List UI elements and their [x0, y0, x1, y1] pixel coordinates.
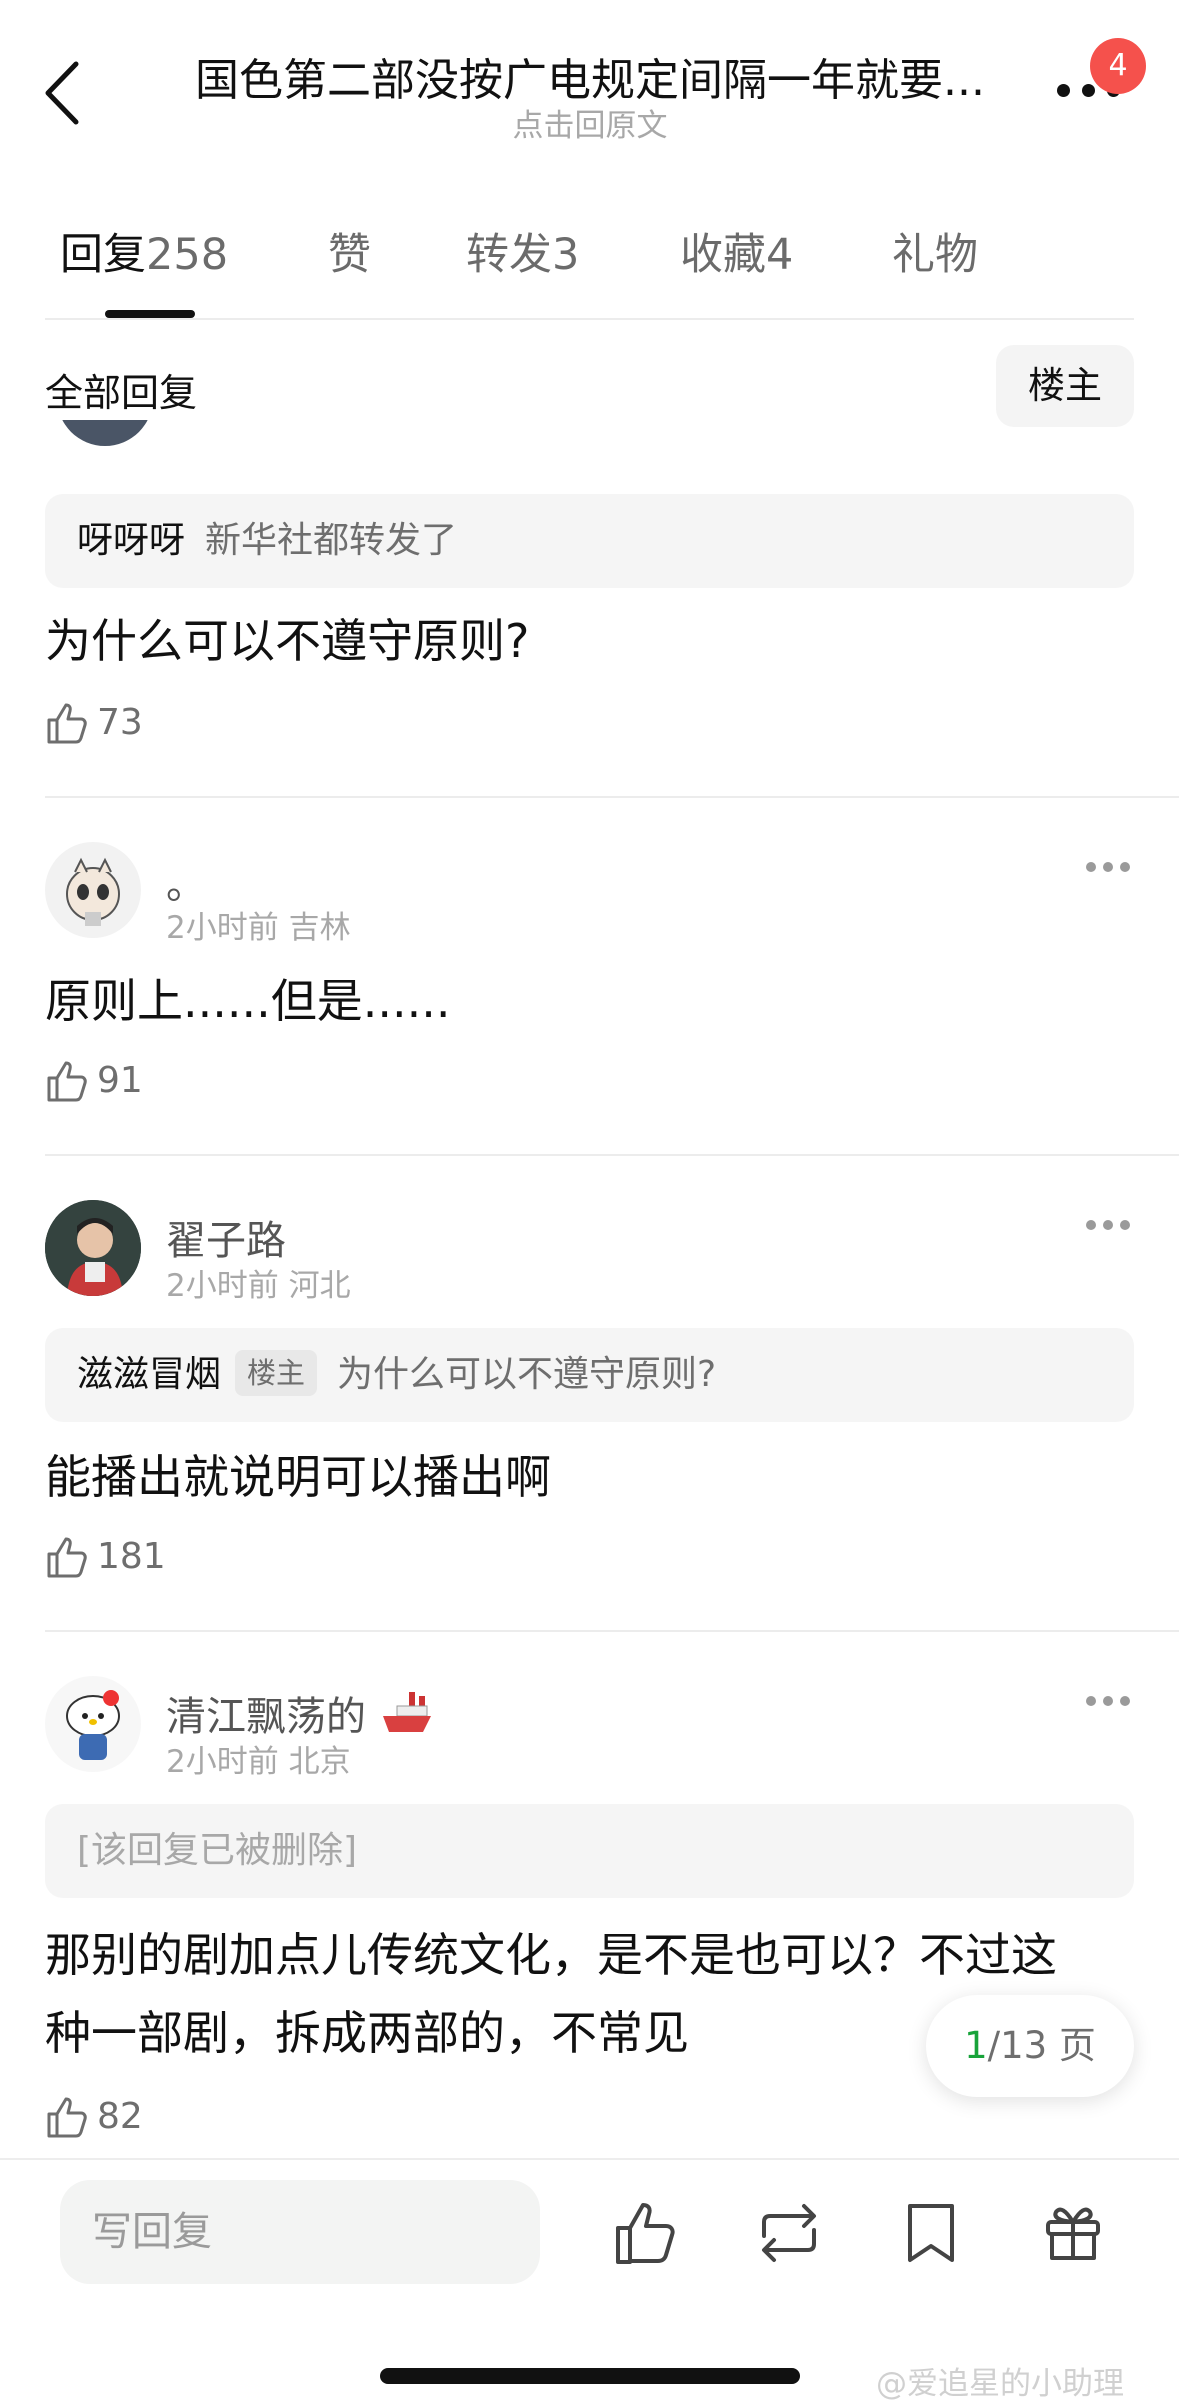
username[interactable]: 翟子路 [166, 1208, 286, 1266]
comment-meta: 2小时前 北京 [166, 1744, 351, 1780]
tab-gifts[interactable]: 礼物 [892, 220, 978, 282]
watermark: @爱追星的小助理 [876, 2366, 1124, 2402]
tab-label: 收藏 [680, 230, 766, 280]
quoted-user[interactable]: 呀呀呀 [77, 520, 185, 561]
tab-label: 回复 [60, 230, 146, 280]
quoted-reply[interactable]: 呀呀呀 新华社都转发了 [45, 494, 1134, 588]
comment-text: 为什么可以不遵守原则? [45, 614, 530, 668]
gift-icon[interactable] [1038, 2198, 1108, 2268]
current-page: 1 [964, 2024, 988, 2067]
owner-only-button[interactable]: 楼主 [996, 345, 1134, 427]
bottom-divider [0, 2158, 1179, 2160]
username[interactable]: 清江飘荡的 [166, 1684, 433, 1742]
comment-meta: 2小时前 河北 [166, 1268, 351, 1304]
top-header: 国色第二部没按广电规定间隔一年就要... 点击回原文 4 [0, 0, 1179, 170]
thumbs-up-icon [47, 1061, 87, 1102]
quoted-text: 新华社都转发了 [205, 520, 458, 561]
username-text: 清江飘荡的 [166, 1694, 366, 1740]
like-count: 73 [97, 702, 143, 743]
comment-divider [45, 796, 1179, 798]
tab-reposts[interactable]: 转发3 [466, 220, 579, 282]
tab-label: 礼物 [892, 230, 978, 280]
notification-badge: 4 [1090, 38, 1146, 94]
thumbs-up-icon [47, 703, 87, 744]
tab-label: 赞 [328, 230, 371, 280]
like-count: 91 [97, 1060, 143, 1101]
comment-text: 原则上......但是...... [45, 974, 451, 1028]
bookmark-icon[interactable] [896, 2198, 966, 2268]
comment-divider [45, 1630, 1179, 1632]
total-pages: /13 页 [987, 2024, 1096, 2067]
all-replies-title: 全部回复 [45, 371, 198, 415]
avatar[interactable] [45, 1676, 141, 1772]
quoted-reply[interactable]: 滋滋冒烟 楼主 为什么可以不遵守原则? [45, 1328, 1134, 1422]
tab-replies[interactable]: 回复258 [60, 220, 228, 282]
thumbs-up-icon [47, 1537, 87, 1578]
tab-count: 258 [146, 230, 229, 280]
home-indicator[interactable] [380, 2368, 800, 2384]
active-tab-indicator [105, 310, 195, 318]
comment-text: 能播出就说明可以播出啊 [45, 1450, 551, 1504]
tab-likes[interactable]: 赞 [328, 220, 371, 282]
deleted-reply-text: [该回复已被删除] [77, 1830, 358, 1871]
thumbs-up-icon [47, 2097, 87, 2138]
like-icon[interactable] [612, 2198, 682, 2268]
avatar [57, 420, 153, 446]
avatar[interactable] [45, 1200, 141, 1296]
avatar[interactable] [45, 842, 141, 938]
page-indicator[interactable]: 1/13 页 [926, 1995, 1134, 2097]
repost-icon[interactable] [754, 2198, 824, 2268]
tab-label: 转发 [466, 230, 552, 280]
more-icon[interactable] [1086, 862, 1132, 874]
like-count: 181 [97, 1536, 166, 1577]
like-count: 82 [97, 2096, 143, 2137]
back-arrow-icon[interactable] [40, 58, 90, 128]
view-original-link[interactable]: 点击回原文 [160, 100, 1020, 145]
more-icon[interactable] [1086, 1220, 1132, 1232]
quoted-reply: [该回复已被删除] [45, 1804, 1134, 1898]
ship-emoji-icon [382, 1692, 431, 1732]
post-title[interactable]: 国色第二部没按广电规定间隔一年就要... [160, 44, 1020, 108]
comment-divider [45, 1154, 1179, 1156]
tab-bar: 回复258 赞 转发3 收藏4 礼物 [0, 220, 1179, 320]
more-icon[interactable] [1086, 1696, 1132, 1708]
reply-input[interactable]: 写回复 [60, 2180, 540, 2284]
clipped-comment-header [45, 420, 1179, 460]
owner-tag: 楼主 [235, 1350, 318, 1396]
quoted-user[interactable]: 滋滋冒烟 [77, 1354, 221, 1395]
tab-count: 3 [552, 230, 580, 280]
comment-text-line: 那别的剧加点儿传统文化，是不是也可以？不过这 [45, 1928, 1057, 1982]
quoted-text: 为什么可以不遵守原则? [337, 1354, 717, 1395]
divider [45, 318, 1134, 320]
comment-meta: 2小时前 吉林 [166, 910, 351, 946]
tab-favorites[interactable]: 收藏4 [680, 220, 793, 282]
tab-count: 4 [766, 230, 794, 280]
